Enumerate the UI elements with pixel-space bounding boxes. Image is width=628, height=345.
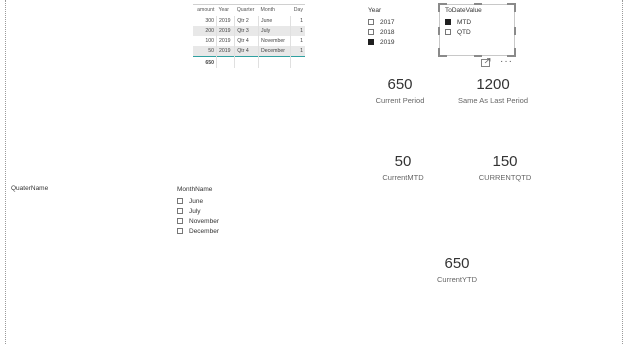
slicer-item-label: 2018 (380, 28, 395, 36)
column-header-quarter[interactable]: Quarter (235, 4, 259, 16)
slicer-item-label: QTD (457, 28, 471, 36)
card-same-as-last-period[interactable]: 1200 Same As Last Period (448, 76, 538, 105)
column-header-day[interactable]: Day (290, 4, 305, 16)
resize-handle[interactable] (507, 3, 516, 12)
table-cell: 2019 (215, 16, 235, 26)
year-slicer-title: Year (368, 7, 382, 14)
resize-handle[interactable] (514, 27, 516, 35)
more-options-icon[interactable]: ··· (500, 57, 513, 67)
slicer-item-label: July (189, 207, 201, 215)
card-value: 650 (444, 255, 470, 272)
todate-slicer-title: ToDateValue (445, 7, 482, 14)
slicer-item-2017[interactable]: 2017 (368, 17, 394, 27)
checkbox[interactable] (368, 29, 374, 35)
table-cell: Qtr 2 (234, 16, 259, 26)
table-cell: 50 (193, 46, 217, 57)
card-current-ytd[interactable]: 650 CurrentYTD (422, 255, 492, 284)
table-row: 100 2019 Qtr 4 November 1 (193, 36, 305, 46)
slicer-item-label: 2017 (380, 18, 395, 26)
card-value: 50 (394, 153, 412, 170)
card-current-period[interactable]: 650 Current Period (364, 76, 436, 105)
resize-handle[interactable] (474, 55, 482, 57)
table-row: 300 2019 Qtr 2 June 1 (193, 16, 305, 26)
checkbox[interactable] (445, 29, 451, 35)
checkbox-checked[interactable] (368, 39, 374, 45)
column-header-amount[interactable]: amount (193, 4, 216, 16)
table-cell: December (258, 46, 291, 57)
data-table[interactable]: amount Year Quarter Month Day 300 2019 Q… (193, 4, 305, 68)
slicer-item-label: June (189, 197, 204, 205)
card-value: 650 (387, 76, 413, 93)
slicer-item-label: December (189, 227, 219, 235)
resize-handle[interactable] (438, 48, 447, 57)
table-cell: 100 (205, 38, 214, 44)
table-cell: July (258, 26, 291, 36)
slicer-item-2018[interactable]: 2018 (368, 27, 394, 37)
month-slicer-title: MonthName (177, 186, 213, 193)
table-cell: 1 (289, 36, 305, 46)
table-total-row: 650 (193, 56, 305, 68)
card-current-mtd[interactable]: 50 CurrentMTD (368, 153, 438, 182)
resize-handle[interactable] (438, 27, 440, 35)
year-slicer: Year 2017 2018 2019 (368, 7, 394, 47)
slicer-item-qtd[interactable]: QTD (445, 27, 482, 37)
slicer-item-label: MTD (457, 18, 472, 26)
table-cell: 1 (289, 46, 305, 57)
table-cell: 2019 (215, 36, 235, 46)
table-cell: Qtr 4 (234, 46, 259, 57)
todate-slicer: ToDateValue MTD QTD (445, 7, 482, 37)
table-cell: 2019 (215, 46, 235, 57)
table-cell: 2019 (215, 26, 235, 36)
table-cell: 1 (289, 16, 305, 26)
slicer-item-december[interactable]: December (177, 226, 219, 236)
table-cell: 200 (193, 26, 217, 36)
slicer-item-label: November (189, 217, 219, 225)
card-label: CURRENTQTD (478, 173, 532, 182)
resize-handle[interactable] (474, 3, 482, 5)
card-label: Current Period (375, 96, 425, 105)
card-label: Same As Last Period (457, 96, 529, 105)
slicer-item-mtd[interactable]: MTD (445, 17, 482, 27)
slicer-item-2019[interactable]: 2019 (368, 37, 394, 47)
table-cell: 1 (289, 26, 305, 36)
slicer-item-label: 2019 (380, 38, 395, 46)
checkbox[interactable] (177, 228, 183, 234)
table-cell: Qtr 3 (234, 26, 259, 36)
table-cell: June (258, 16, 291, 26)
quarter-slicer-title: QuaterName (11, 185, 49, 192)
table-cell: 300 (205, 18, 214, 24)
table-cell: November (258, 36, 291, 46)
card-value: 150 (492, 153, 518, 170)
column-header-month[interactable]: Month (259, 4, 291, 16)
checkbox-checked[interactable] (445, 19, 451, 25)
card-label: CurrentYTD (436, 275, 477, 284)
checkbox[interactable] (368, 19, 374, 25)
table-total-amount: 650 (193, 56, 217, 68)
checkbox[interactable] (177, 208, 183, 214)
card-label: CurrentMTD (382, 173, 424, 182)
focus-mode-icon[interactable] (481, 58, 491, 67)
slicer-item-november[interactable]: November (177, 216, 219, 226)
slicer-item-july[interactable]: July (177, 206, 219, 216)
table-row: 50 2019 Qtr 4 December 1 (193, 46, 305, 57)
table-cell: Qtr 4 (234, 36, 259, 46)
table-row: 200 2019 Qtr 3 July 1 (193, 26, 305, 36)
card-value: 1200 (476, 76, 510, 93)
column-header-year[interactable]: Year (216, 4, 234, 16)
checkbox[interactable] (177, 218, 183, 224)
card-current-qtd[interactable]: 150 CURRENTQTD (470, 153, 540, 182)
checkbox[interactable] (177, 198, 183, 204)
table-header-row: amount Year Quarter Month Day (193, 4, 305, 16)
slicer-item-june[interactable]: June (177, 196, 219, 206)
month-slicer: MonthName June July November December (177, 186, 219, 236)
